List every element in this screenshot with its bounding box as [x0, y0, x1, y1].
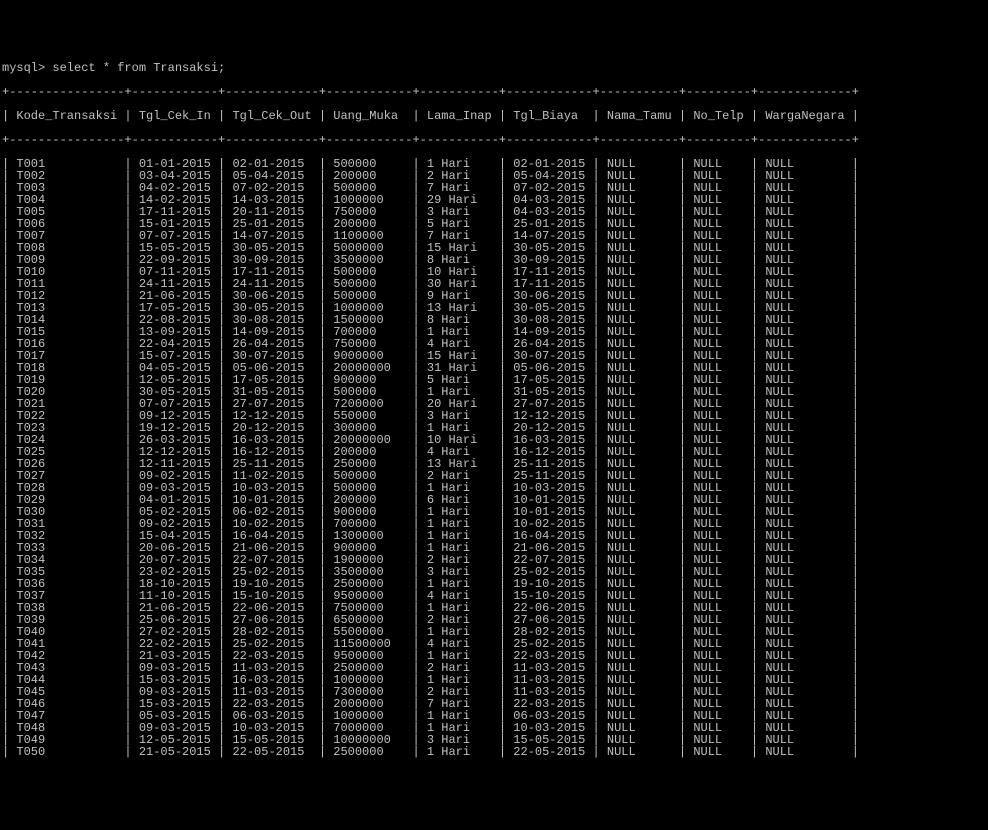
table-row: | T049 | 12-05-2015 | 15-05-2015 | 10000… [2, 734, 986, 746]
table-row: | T045 | 09-03-2015 | 11-03-2015 | 73000… [2, 686, 986, 698]
table-row: | T048 | 09-03-2015 | 10-03-2015 | 70000… [2, 722, 986, 734]
table-row: | T043 | 09-03-2015 | 11-03-2015 | 25000… [2, 662, 986, 674]
table-header-row: | Kode_Transaksi | Tgl_Cek_In | Tgl_Cek_… [2, 110, 986, 122]
mysql-terminal[interactable]: mysql> select * from Transaksi; +-------… [2, 50, 986, 770]
table-border-mid: +----------------+------------+---------… [2, 134, 986, 146]
table-row: | T042 | 21-03-2015 | 22-03-2015 | 95000… [2, 650, 986, 662]
table-row: | T044 | 15-03-2015 | 16-03-2015 | 10000… [2, 674, 986, 686]
table-body: | T001 | 01-01-2015 | 02-01-2015 | 50000… [2, 158, 986, 758]
table-border-top: +----------------+------------+---------… [2, 86, 986, 98]
table-row: | T050 | 21-05-2015 | 22-05-2015 | 25000… [2, 746, 986, 758]
table-row: | T046 | 15-03-2015 | 22-03-2015 | 20000… [2, 698, 986, 710]
table-row: | T047 | 05-03-2015 | 06-03-2015 | 10000… [2, 710, 986, 722]
sql-prompt: mysql> select * from Transaksi; [2, 62, 986, 74]
